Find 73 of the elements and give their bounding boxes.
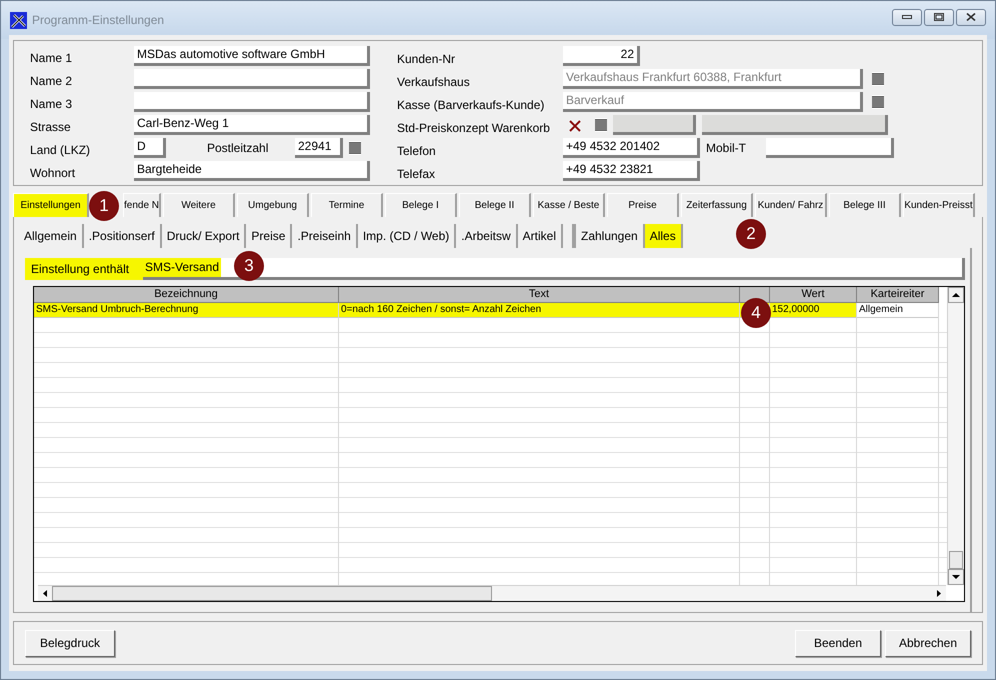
maximize-icon (934, 13, 944, 21)
field-label: Name 2 (30, 73, 74, 90)
vertical-scrollbar[interactable] (947, 287, 964, 585)
horizontal-scrollbar[interactable] (38, 585, 946, 601)
minimize-icon (902, 15, 912, 19)
exit-button[interactable]: Beenden (795, 630, 881, 656)
scroll-thumb[interactable] (949, 551, 963, 569)
input-field[interactable] (134, 69, 370, 89)
field-label: Std-Preiskonzept Warenkorb (397, 120, 551, 137)
list-icon[interactable] (872, 96, 884, 108)
tab[interactable]: Umgebung (237, 193, 309, 217)
minimize-button[interactable] (892, 8, 922, 26)
maximize-button[interactable] (924, 8, 954, 26)
field-label: Mobil-T (706, 140, 748, 157)
input-field[interactable]: 22941 (295, 138, 343, 158)
filter-label: Einstellung enthält (25, 258, 143, 280)
input-field[interactable]: +49 4532 201402 (563, 138, 700, 158)
input-field[interactable]: Bargteheide (134, 161, 370, 181)
input-field[interactable]: Barverkauf (563, 92, 863, 112)
input-field[interactable] (134, 92, 370, 112)
input-field[interactable]: D (134, 138, 166, 158)
field-label: Strasse (30, 119, 72, 136)
input-field[interactable]: 22 (563, 46, 640, 66)
tab[interactable]: Termine (311, 193, 383, 217)
tab[interactable]: Belege I (385, 193, 457, 217)
column-header[interactable]: Text (339, 287, 740, 303)
field-label: Name 1 (30, 50, 74, 67)
tab[interactable]: Einstellungen (13, 193, 89, 217)
print-button[interactable]: Belegdruck (25, 630, 115, 656)
column-header[interactable]: Karteireiter (857, 287, 939, 303)
field-label: Postleitzahl (207, 140, 270, 157)
table-cell: 0=nach 160 Zeichen / sonst= Anzahl Zeichen (339, 303, 740, 318)
field-label: Kasse (Barverkaufs-Kunde) (397, 97, 546, 114)
tab[interactable]: Preise (607, 193, 679, 217)
field-label: Verkaufshaus (397, 74, 471, 91)
list-icon[interactable] (595, 119, 607, 131)
input-field[interactable] (766, 138, 894, 158)
field-label: Name 3 (30, 96, 74, 113)
tab[interactable]: Belege II (459, 193, 531, 217)
scroll-up-icon[interactable] (948, 287, 964, 303)
delete-icon[interactable] (569, 120, 581, 132)
tab[interactable]: Kunden/ Fahrz (755, 193, 827, 217)
field-label: Telefon (397, 143, 437, 160)
tab[interactable]: Kasse / Beste (533, 193, 605, 217)
field-label: Wohnort (30, 165, 76, 182)
column-header[interactable]: Bezeichnung (34, 287, 339, 303)
tab[interactable]: Alles (644, 224, 683, 248)
table-cell: 152,00000 (770, 303, 857, 318)
scroll-down-icon[interactable] (948, 569, 964, 585)
filter-value: SMS-Versand (143, 258, 222, 277)
tab[interactable]: Weitere (163, 193, 235, 217)
close-button[interactable] (956, 8, 986, 26)
field-label: Telefax (397, 166, 436, 183)
cancel-button[interactable]: Abbrechen (885, 630, 971, 656)
list-icon[interactable] (872, 73, 884, 85)
close-icon (966, 13, 976, 21)
field-label: Land (LKZ) (30, 142, 92, 159)
tools-icon (10, 12, 27, 28)
table-cell: SMS-Versand Umbruch-Berechnung (34, 303, 339, 318)
window-title: Programm-Einstellungen (32, 12, 164, 29)
input-field[interactable]: MSDas automotive software GmbH (134, 46, 370, 66)
table-cell: Allgemein (857, 303, 939, 318)
tab[interactable]: Kunden-Preisst (903, 193, 975, 217)
input-field[interactable]: Carl-Benz-Weg 1 (134, 115, 370, 135)
tab[interactable]: Zeiterfassung (681, 193, 753, 217)
field-label: Kunden-Nr (397, 51, 456, 68)
tab[interactable]: fende N (123, 193, 161, 217)
input-field[interactable]: +49 4532 23821 (563, 161, 700, 181)
input-field[interactable]: Verkaufshaus Frankfurt 60388, Frankfurt (563, 69, 863, 89)
list-icon[interactable] (349, 142, 361, 154)
tab[interactable]: Belege III (829, 193, 901, 217)
column-header[interactable]: Wert (770, 287, 857, 303)
scroll-thumb[interactable] (52, 586, 492, 601)
